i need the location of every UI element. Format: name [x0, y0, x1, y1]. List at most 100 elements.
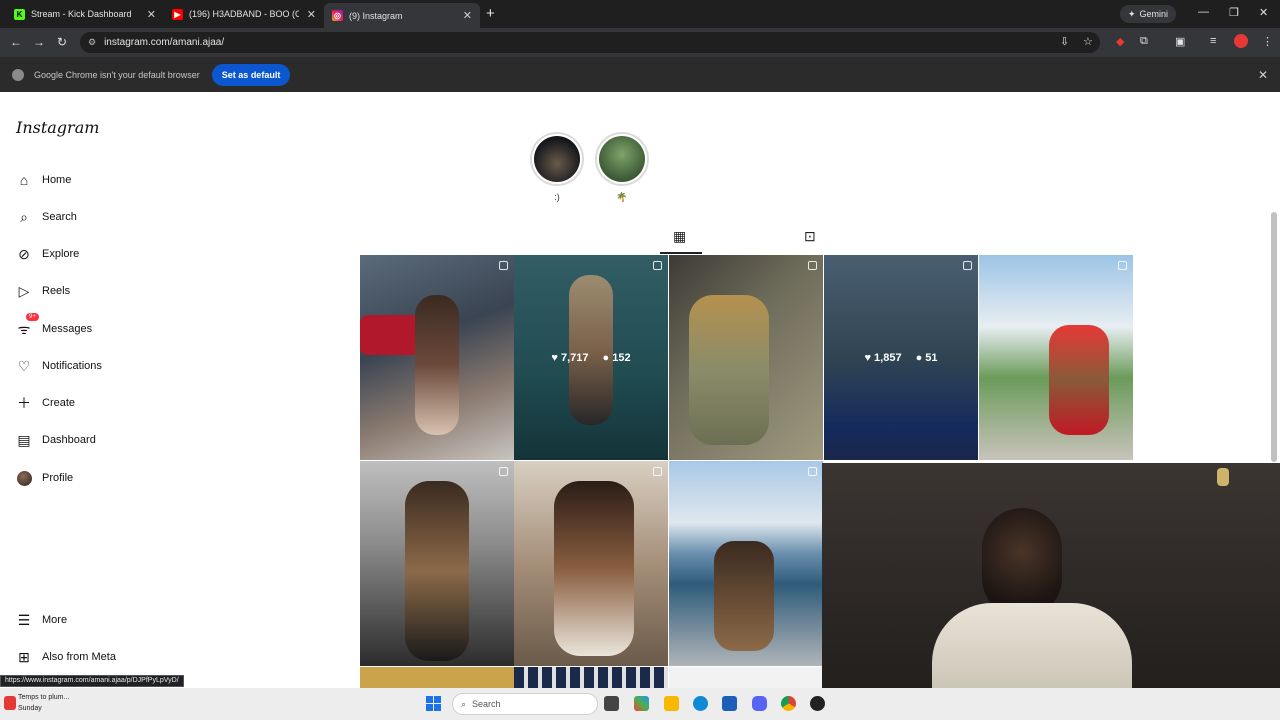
- weather-icon: [4, 696, 16, 710]
- extension-icon[interactable]: ◆: [1116, 35, 1124, 48]
- nav-label: Create: [42, 397, 76, 409]
- close-tab-icon[interactable]: ✕: [307, 8, 316, 21]
- nav-label: More: [42, 614, 68, 626]
- post-thumbnail[interactable]: [669, 255, 823, 460]
- nav-label: Profile: [42, 472, 74, 484]
- file-explorer-icon[interactable]: [664, 696, 679, 711]
- url-text: instagram.com/amani.ajaa/: [104, 37, 225, 48]
- tab-title: Stream - Kick Dashboard: [31, 9, 132, 19]
- instagram-logo[interactable]: Instagram: [16, 118, 99, 137]
- post-thumbnail[interactable]: [979, 255, 1133, 460]
- nav-more[interactable]: ☰ More: [16, 612, 67, 628]
- post-thumbnail[interactable]: ♥ 1,857 ● 51: [824, 255, 978, 460]
- close-infobar-icon[interactable]: ✕: [1258, 68, 1268, 82]
- likes-count-group: ♥ 1,857: [864, 351, 902, 364]
- address-bar[interactable]: ⚙ instagram.com/amani.ajaa/: [80, 32, 1100, 53]
- nav-label: Reels: [42, 285, 71, 297]
- task-view-icon[interactable]: [604, 696, 619, 711]
- post-thumbnail[interactable]: [669, 461, 823, 666]
- nav-notifications[interactable]: ♡ Notifications: [16, 358, 102, 374]
- close-tab-icon[interactable]: ✕: [463, 9, 472, 22]
- store-icon[interactable]: [722, 696, 737, 711]
- active-tab-indicator: [660, 252, 702, 254]
- post-thumbnail[interactable]: [360, 667, 514, 688]
- forward-icon[interactable]: →: [33, 35, 45, 49]
- post-thumbnail[interactable]: ♥ 7,717 ● 152: [514, 255, 668, 460]
- puzzle-icon[interactable]: ⧉: [1140, 35, 1148, 48]
- carousel-icon: [653, 467, 662, 476]
- media-icon[interactable]: ≡: [1210, 35, 1216, 47]
- nav-profile[interactable]: Profile: [16, 470, 73, 486]
- set-default-button[interactable]: Set as default: [211, 63, 291, 86]
- close-window-icon[interactable]: ✕: [1259, 6, 1268, 19]
- webcam-overlay: [822, 463, 1280, 720]
- tab-kick-dashboard[interactable]: K Stream - Kick Dashboard ✕: [6, 3, 164, 25]
- tab-youtube[interactable]: ▶ (196) H3ADBAND - BOO (Offici ✕: [164, 3, 324, 25]
- nav-search[interactable]: ⌕ Search: [16, 209, 77, 225]
- status-bar-url: https://www.instagram.com/amani.ajaa/p/D…: [0, 675, 184, 687]
- profile-avatar[interactable]: [1234, 34, 1248, 48]
- nav-reels[interactable]: ▷ Reels: [16, 283, 71, 299]
- minimize-icon[interactable]: —: [1198, 6, 1209, 18]
- nav-dashboard[interactable]: ▤ Dashboard: [16, 432, 96, 448]
- browser-toolbar: ← → ↻ ⚙ instagram.com/amani.ajaa/ ⇩ ☆ ◆ …: [0, 28, 1280, 57]
- bookmark-star-icon[interactable]: ☆: [1083, 35, 1093, 48]
- nav-messages[interactable]: ᯤ 9+ Messages: [16, 313, 93, 337]
- windows-taskbar: Temps to plum... Sunday ⌕ Search: [0, 688, 1280, 720]
- edge-icon[interactable]: [693, 696, 708, 711]
- post-thumbnail[interactable]: [514, 667, 668, 688]
- messenger-icon: ᯤ 9+: [16, 313, 39, 337]
- search-icon: ⌕: [461, 698, 467, 709]
- install-icon[interactable]: ⇩: [1060, 35, 1069, 48]
- nav-home[interactable]: ⌂ Home: [16, 172, 72, 188]
- nav-label: Explore: [42, 248, 80, 260]
- posts-grid-icon[interactable]: ▦: [673, 228, 686, 245]
- restore-icon[interactable]: ❐: [1229, 6, 1239, 19]
- gemini-button[interactable]: ✦ Gemini: [1120, 5, 1177, 23]
- windows-start-icon[interactable]: [426, 696, 441, 711]
- nav-label: Messages: [42, 323, 93, 335]
- back-icon[interactable]: ←: [10, 35, 22, 49]
- carousel-icon: [808, 261, 817, 270]
- highlight-2[interactable]: [595, 132, 649, 186]
- weather-widget[interactable]: Temps to plum... Sunday: [18, 692, 69, 714]
- nav-explore[interactable]: ⊘ Explore: [16, 246, 79, 262]
- post-thumbnail[interactable]: [360, 461, 514, 666]
- tab-instagram[interactable]: ◎ (9) Instagram ✕: [324, 3, 480, 28]
- highlight-1[interactable]: [530, 132, 584, 186]
- compass-icon: ⊘: [18, 245, 30, 262]
- carousel-icon: [808, 467, 817, 476]
- nav-label: Search: [42, 211, 77, 223]
- obs-icon[interactable]: [810, 696, 825, 711]
- page-scrollbar[interactable]: [1271, 212, 1277, 462]
- post-thumbnail[interactable]: [669, 667, 823, 688]
- nav-also-from-meta[interactable]: ⊞ Also from Meta: [16, 649, 116, 665]
- tagged-icon[interactable]: ⊡: [804, 228, 816, 245]
- copilot-icon[interactable]: [634, 696, 649, 711]
- taskbar-search[interactable]: ⌕ Search: [452, 693, 598, 715]
- nav-label: Home: [42, 174, 72, 186]
- highlight-thumbnail: [599, 136, 645, 182]
- post-thumbnail[interactable]: [514, 461, 668, 666]
- nav-label: Notifications: [42, 360, 102, 372]
- discord-icon[interactable]: [752, 696, 767, 711]
- carousel-icon: [963, 261, 972, 270]
- close-tab-icon[interactable]: ✕: [147, 8, 156, 21]
- highlight-label: :): [554, 192, 560, 202]
- gemini-label: Gemini: [1139, 9, 1169, 19]
- menu-icon[interactable]: ⋮: [1262, 35, 1273, 48]
- post-thumbnail[interactable]: [360, 255, 514, 460]
- search-placeholder: Search: [472, 699, 501, 709]
- chrome-taskbar-icon[interactable]: [781, 696, 796, 711]
- carousel-icon: [1118, 261, 1127, 270]
- nav-create[interactable]: ＋ Create: [16, 395, 75, 411]
- weather-day: Sunday: [18, 705, 42, 712]
- nav-label: Dashboard: [42, 434, 96, 446]
- sidepanel-icon[interactable]: ▣: [1175, 35, 1185, 48]
- reload-icon[interactable]: ↻: [57, 35, 67, 49]
- new-tab-button[interactable]: +: [486, 5, 495, 22]
- comments-count-group: ● 51: [915, 351, 938, 364]
- post-hover-overlay: ♥ 7,717 ● 152: [514, 255, 668, 460]
- site-info-icon[interactable]: ⚙: [88, 37, 96, 48]
- weather-text: Temps to plum...: [18, 694, 70, 701]
